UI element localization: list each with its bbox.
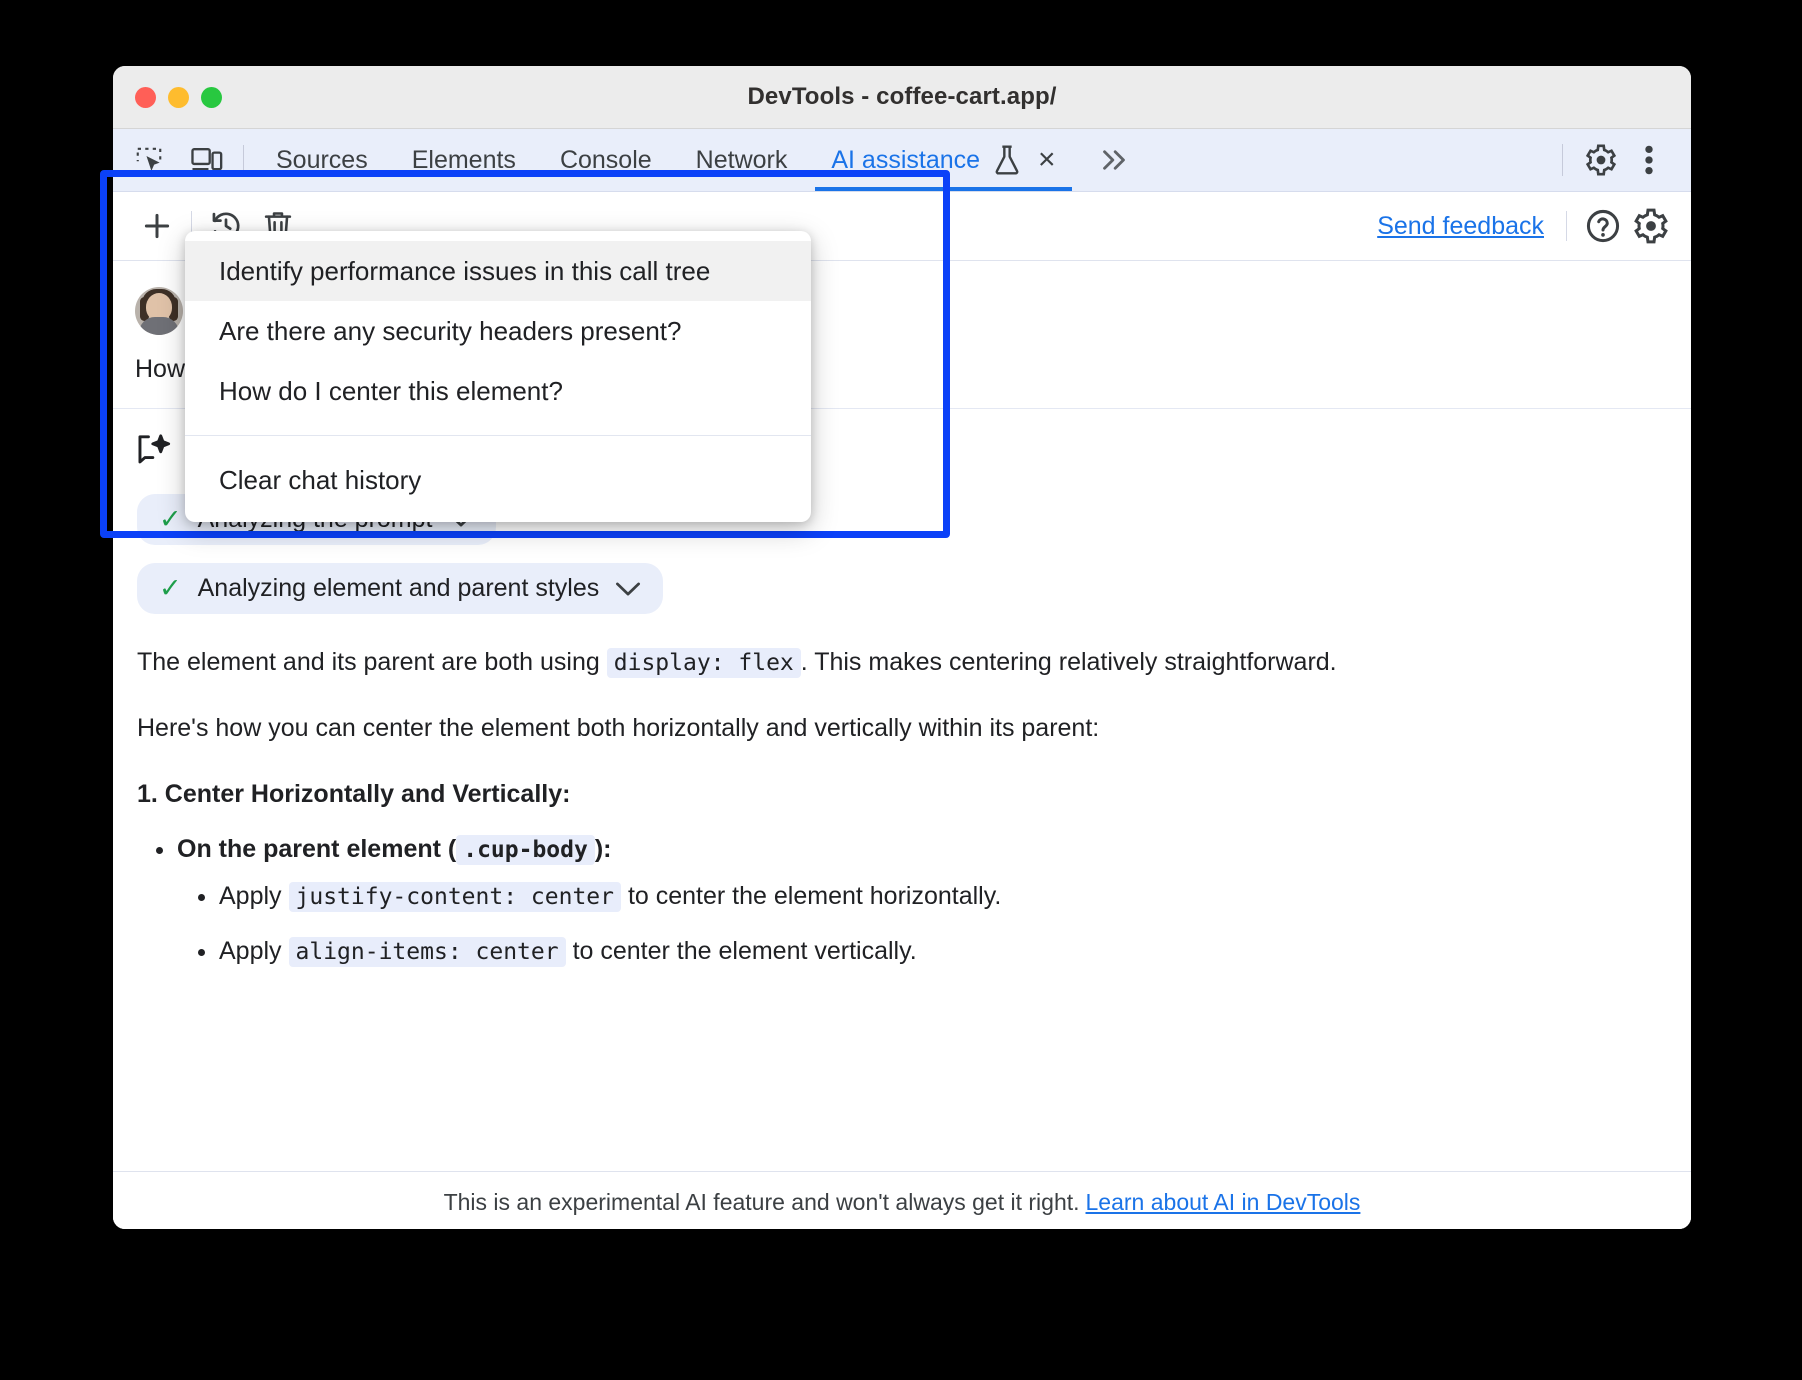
tabstrip-divider <box>1562 144 1563 176</box>
menu-item-label: Clear chat history <box>219 465 421 496</box>
paragraph-text: The element and its parent are both usin… <box>137 648 600 676</box>
tab-console[interactable]: Console <box>538 129 674 191</box>
menu-item-security-headers[interactable]: Are there any security headers present? <box>185 301 811 361</box>
code-display-flex: display: flex <box>607 648 801 678</box>
settings-gear-icon[interactable] <box>1577 136 1625 184</box>
check-icon: ✓ <box>159 575 182 602</box>
code-align-items: align-items: center <box>289 937 566 967</box>
menu-separator <box>185 435 811 436</box>
tab-elements[interactable]: Elements <box>390 129 538 191</box>
tab-label: AI assistance <box>831 146 980 175</box>
devtools-tabstrip: Sources Elements Console Network AI assi… <box>113 129 1691 192</box>
menu-item-identify-performance-issues[interactable]: Identify performance issues in this call… <box>185 241 811 301</box>
bullet-prefix: Apply <box>219 882 282 910</box>
bullet-suffix: to center the element horizontally. <box>628 882 1001 910</box>
inspect-element-icon[interactable] <box>127 138 171 182</box>
code-cup-body: .cup-body <box>456 835 595 865</box>
disclaimer-text: This is an experimental AI feature and w… <box>444 1189 1080 1216</box>
panel-tabs: Sources Elements Console Network AI assi… <box>254 129 1078 191</box>
tab-label: Console <box>560 146 652 175</box>
menu-item-label: Identify performance issues in this call… <box>219 256 710 287</box>
bullet-prefix: Apply <box>219 937 282 965</box>
learn-about-ai-link[interactable]: Learn about AI in DevTools <box>1086 1189 1361 1216</box>
more-options-icon[interactable] <box>1625 136 1673 184</box>
assistant-paragraph-2: Here's how you can center the element bo… <box>137 712 1669 746</box>
window-title: DevTools - coffee-cart.app/ <box>113 83 1691 111</box>
screenshot-root: DevTools - coffee-cart.app/ Sou <box>0 0 1802 1380</box>
assistant-step-row: ✓ Analyzing element and parent styles <box>135 545 1669 614</box>
step-label: Analyzing element and parent styles <box>198 574 600 603</box>
toolbar-divider <box>243 145 244 175</box>
tab-ai-assistance[interactable]: AI assistance × <box>809 129 1077 191</box>
new-chat-button[interactable] <box>131 200 183 252</box>
assistant-heading-1: 1. Center Horizontally and Vertically: <box>137 780 1669 809</box>
settings-gear-icon[interactable] <box>1627 202 1675 250</box>
menu-item-label: How do I center this element? <box>219 376 563 407</box>
list-item: Apply justify-content: center to center … <box>219 882 1669 911</box>
ai-toolbar-right: Send feedback <box>1377 202 1691 250</box>
menu-item-clear-chat-history[interactable]: Clear chat history <box>185 450 811 510</box>
traffic-light-group <box>135 87 222 108</box>
assistant-sub-bullet-list: Apply justify-content: center to center … <box>177 882 1669 966</box>
minimize-window-button[interactable] <box>168 87 189 108</box>
suggestions-dropdown-menu: Identify performance issues in this call… <box>185 231 811 522</box>
chevron-down-icon <box>615 581 641 597</box>
ai-toolbar-right-divider <box>1566 211 1567 241</box>
list-item: Apply align-items: center to center the … <box>219 937 1669 966</box>
more-tabs-icon[interactable] <box>1098 147 1130 173</box>
tab-label: Elements <box>412 146 516 175</box>
ai-sparkle-icon <box>135 433 173 476</box>
maximize-window-button[interactable] <box>201 87 222 108</box>
tabstrip-right-group <box>1562 136 1691 184</box>
paragraph-text: . This makes centering relatively straig… <box>801 648 1337 676</box>
close-tab-button[interactable]: × <box>1038 143 1056 177</box>
bullet-text: On the parent element ( <box>177 835 456 863</box>
send-feedback-link[interactable]: Send feedback <box>1377 212 1544 241</box>
menu-item-label: Are there any security headers present? <box>219 316 681 347</box>
avatar <box>135 287 183 335</box>
bullet-suffix: to center the element vertically. <box>573 937 917 965</box>
assistant-bullet-list: On the parent element (.cup-body): Apply… <box>135 835 1669 966</box>
bullet-text: ): <box>595 835 612 863</box>
window-titlebar: DevTools - coffee-cart.app/ <box>113 66 1691 129</box>
ai-disclaimer-footer: This is an experimental AI feature and w… <box>113 1171 1691 1229</box>
help-icon[interactable] <box>1579 202 1627 250</box>
menu-item-center-element[interactable]: How do I center this element? <box>185 361 811 421</box>
device-toolbar-icon[interactable] <box>185 138 229 182</box>
check-icon: ✓ <box>159 506 182 533</box>
code-justify-content: justify-content: center <box>289 882 622 912</box>
step-analyzing-styles[interactable]: ✓ Analyzing element and parent styles <box>137 563 663 614</box>
tab-label: Sources <box>276 146 368 175</box>
close-window-button[interactable] <box>135 87 156 108</box>
experiment-flask-icon <box>992 144 1022 176</box>
assistant-paragraph-1: The element and its parent are both usin… <box>137 646 1669 680</box>
tab-label: Network <box>696 146 788 175</box>
tab-sources[interactable]: Sources <box>254 129 390 191</box>
tab-network[interactable]: Network <box>674 129 810 191</box>
list-item: On the parent element (.cup-body): Apply… <box>177 835 1669 966</box>
